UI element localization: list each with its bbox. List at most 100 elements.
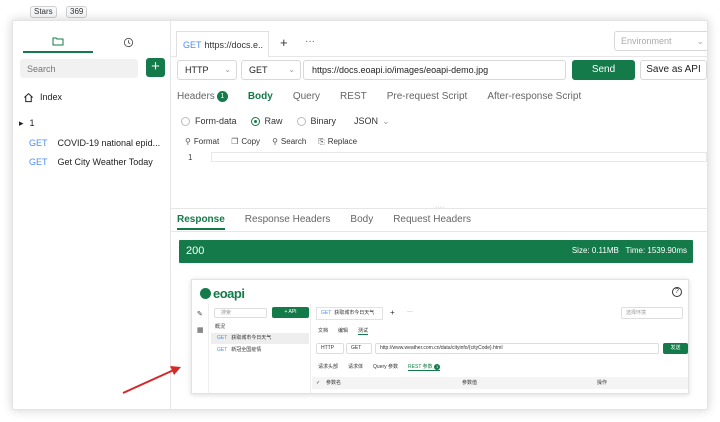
radio-icon — [296, 116, 306, 126]
magic-wand-icon: ⚲ — [185, 137, 191, 146]
copy-label: Copy — [241, 137, 261, 146]
chevron-down-icon: ⌄ — [224, 65, 231, 74]
grid-icon: ▦ — [197, 327, 204, 334]
chevron-down-icon: ⌄ — [288, 65, 295, 74]
resize-handle[interactable]: ···· — [435, 204, 444, 211]
replace-label: Replace — [327, 137, 358, 146]
search-input[interactable] — [20, 59, 138, 78]
sidebar-api-item[interactable]: GET Get City Weather Today — [29, 157, 153, 171]
github-stars-count[interactable]: 369 — [66, 6, 88, 18]
tab-pre-request-script[interactable]: Pre-request Script — [387, 91, 468, 107]
radio-label: Form-data — [195, 116, 237, 126]
preview-search: 搜索 — [214, 308, 267, 318]
request-tab[interactable]: GET https://docs.e.. — [176, 31, 269, 57]
folder-icon — [52, 37, 64, 46]
preview-param-tab: 请求头部 — [318, 364, 339, 370]
index-item[interactable]: Index — [23, 89, 62, 105]
tab-history[interactable] — [93, 31, 163, 53]
preview-param-tab: REST 参数 — [408, 364, 433, 370]
more-tabs-button[interactable]: ··· — [305, 36, 315, 47]
copy-button[interactable]: ❐ Copy — [231, 137, 260, 147]
environment-select[interactable]: Environment ⌄ — [614, 31, 707, 51]
radio-icon — [181, 116, 190, 126]
add-button[interactable]: + — [146, 58, 165, 77]
editor-toolbar: ⚲ Format ❐ Copy ⚲ Search ⎘ Replace — [185, 137, 357, 147]
body-type-options: Form-data Raw Binary JSON ⌄ — [181, 114, 390, 128]
radio-binary[interactable]: Binary — [296, 116, 337, 126]
preview-send: 发送 — [663, 343, 688, 354]
tab-headers-label: Headers — [177, 91, 215, 102]
preview-subtab: 测试 — [358, 328, 369, 335]
tab-response-body[interactable]: Body — [350, 214, 373, 230]
radio-form-data[interactable]: Form-data — [181, 116, 237, 126]
replace-button[interactable]: ⎘ Replace — [318, 137, 357, 147]
tab-headers[interactable]: Headers 1 — [177, 91, 228, 107]
response-tabs: Response Response Headers Body Request H… — [177, 214, 471, 230]
preview-tab: GET 获取城市今日天气 — [316, 307, 383, 320]
tab-api-tree[interactable] — [23, 31, 93, 53]
eoapi-logo: eoapi — [200, 286, 245, 301]
new-tab-button[interactable]: + — [280, 35, 288, 50]
help-icon: ? — [672, 287, 682, 297]
preview-env-select: 选择环境 — [621, 307, 683, 319]
method-badge: GET — [217, 335, 228, 341]
response-image-preview: eoapi ? ✎ ▦ 搜索 + API 概況 GET 获取城市今日天气 GET 新… — [191, 279, 689, 394]
send-button[interactable]: Send — [572, 60, 635, 80]
method-badge: GET — [29, 157, 48, 167]
preview-overview: 概況 — [215, 324, 226, 330]
main-panel: GET https://docs.e.. + ··· Environment ⌄… — [171, 21, 707, 409]
tab-response-headers[interactable]: Response Headers — [245, 214, 331, 230]
radio-label: Binary — [310, 116, 337, 126]
save-as-api-button[interactable]: Save as API — [640, 60, 707, 80]
method-select[interactable]: GET ⌄ — [241, 60, 301, 80]
preview-method: GET — [346, 343, 372, 354]
caret-right-icon[interactable]: ▸ — [19, 118, 24, 129]
preview-param-tabs: 请求头部 请求体 Query 参数 REST 参数 1 — [318, 363, 441, 371]
chevron-down-icon: ⌄ — [382, 115, 390, 126]
preview-param-tab: Query 参数 — [373, 364, 399, 370]
raw-format-select[interactable]: JSON ⌄ — [354, 116, 390, 127]
url-input[interactable]: https://docs.eoapi.io/images/eoapi-demo.… — [303, 60, 566, 80]
protocol-value: HTTP — [185, 65, 209, 75]
api-name: Get City Weather Today — [57, 157, 153, 167]
chevron-down-icon: ⌄ — [696, 36, 704, 46]
preview-col: 参数名 — [326, 380, 342, 386]
method-badge: GET — [217, 347, 228, 353]
api-icon: ✎ — [197, 311, 203, 318]
tab-response[interactable]: Response — [177, 214, 225, 230]
editor-line[interactable] — [211, 152, 707, 162]
tab-rest[interactable]: REST — [340, 91, 367, 107]
environment-placeholder: Environment — [621, 36, 672, 46]
home-icon — [24, 92, 33, 102]
preview-sidebar: 搜索 + API 概況 GET 获取城市今日天气 GET 新冠全国疫情 — [209, 304, 311, 393]
tab-title: 获取城市今日天气 — [334, 310, 375, 316]
tab-after-response-script[interactable]: After-response Script — [487, 91, 581, 107]
app-window: + Index ▸ 1 GET COVID-19 national epid..… — [12, 20, 708, 410]
tab-query[interactable]: Query — [293, 91, 320, 107]
tab-method: GET — [183, 39, 202, 50]
request-tabs: Headers 1 Body Query REST Pre-request Scr… — [177, 91, 581, 107]
api-name: 新冠全国疫情 — [231, 347, 262, 353]
tab-body[interactable]: Body — [248, 91, 273, 107]
preview-plus: + — [390, 308, 395, 317]
response-status-bar: 200 Size: 0.11MB Time: 1539.90ms — [179, 240, 693, 263]
group-row[interactable]: ▸ 1 — [19, 118, 35, 129]
tab-request-headers[interactable]: Request Headers — [393, 214, 471, 230]
api-name: COVID-19 national epid... — [57, 138, 161, 148]
preview-rail: ✎ ▦ — [192, 304, 209, 393]
method-badge: GET — [29, 138, 48, 148]
line-number: 1 — [188, 153, 193, 162]
github-stars-label[interactable]: Stars — [30, 6, 57, 18]
body-editor[interactable]: 1 — [171, 149, 707, 209]
method-value: GET — [249, 65, 268, 75]
format-label: Format — [193, 137, 220, 146]
response-size: Size: 0.11MB — [571, 246, 619, 255]
search-button[interactable]: ⚲ Search — [272, 137, 306, 147]
protocol-select[interactable]: HTTP ⌄ — [177, 60, 237, 80]
sidebar-api-item[interactable]: GET COVID-19 national epid... — [29, 138, 160, 152]
search-icon: ⚲ — [272, 137, 278, 146]
radio-raw[interactable]: Raw — [250, 116, 283, 126]
format-button[interactable]: ⚲ Format — [185, 137, 219, 147]
group-label: 1 — [29, 118, 35, 128]
preview-add-api: + API — [272, 307, 309, 318]
